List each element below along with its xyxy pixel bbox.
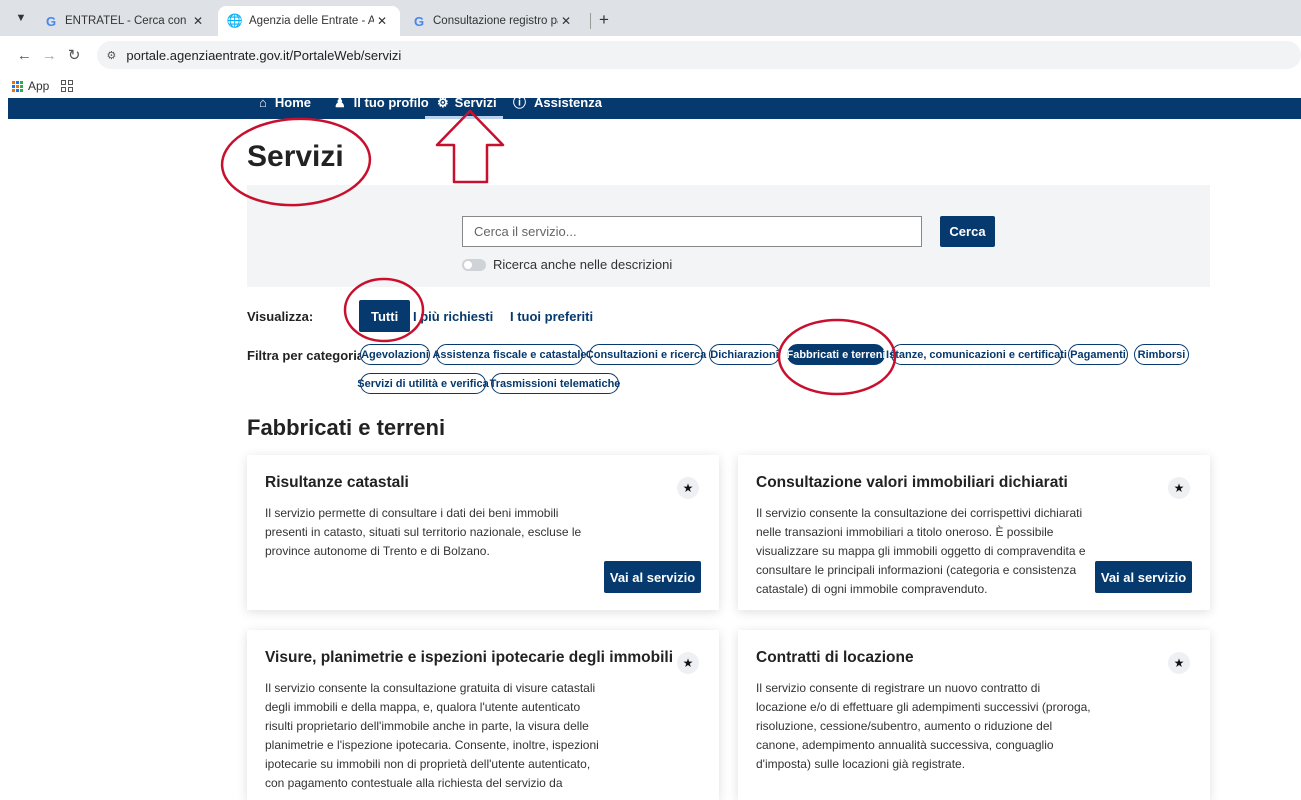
google-icon: G	[413, 13, 425, 29]
nav-home-label: Home	[274, 98, 311, 110]
tab-title: Agenzia delle Entrate - Area ris	[249, 15, 374, 27]
go-to-service-button[interactable]: Vai al servizio	[1095, 561, 1192, 593]
tab-search-chevron-icon[interactable]: ▼	[8, 5, 34, 31]
tab-title: Consultazione registro partite d	[433, 15, 558, 27]
gears-icon: ⚙	[437, 98, 449, 110]
home-icon: ⌂	[259, 98, 267, 110]
chip-assistenza-fiscale[interactable]: Assistenza fiscale e catastale	[432, 344, 587, 365]
nav-servizi[interactable]: ⚙ Servizi	[425, 98, 503, 119]
description-search-toggle[interactable]	[462, 258, 486, 271]
toggle-label: Ricerca anche nelle descrizioni	[493, 257, 673, 272]
search-input[interactable]: Cerca il servizio...	[462, 216, 922, 247]
view-tab-piu-richiesti[interactable]: I più richiesti	[413, 300, 493, 332]
chip-agevolazioni[interactable]: Agevolazioni	[360, 344, 430, 365]
go-to-service-button[interactable]: Vai al servizio	[604, 561, 701, 593]
apps-bookmark[interactable]: App	[28, 79, 49, 93]
tab-separator	[590, 13, 591, 29]
card-description: Il servizio consente di registrare un nu…	[756, 681, 1091, 771]
new-tab-button[interactable]: +	[599, 10, 609, 30]
site-settings-icon[interactable]: ⚙	[107, 49, 117, 62]
browser-tab-active[interactable]: 🌐 Agenzia delle Entrate - Area ris ✕	[218, 6, 400, 36]
card-title: Risultanze catastali	[265, 474, 409, 491]
chip-fabbricati-terreni[interactable]: Fabbricati e terreni	[786, 344, 886, 365]
close-tab-icon[interactable]: ✕	[374, 14, 390, 28]
nav-assistenza-label: Assistenza	[534, 98, 602, 110]
section-title: Fabbricati e terreni	[247, 415, 446, 440]
browser-tab-bar: ▼ G ENTRATEL - Cerca con Google ✕ 🌐 Agen…	[0, 0, 1301, 36]
nav-assistenza[interactable]: ⓘ Assistenza	[513, 98, 602, 119]
chip-rimborsi[interactable]: Rimborsi	[1134, 344, 1189, 365]
globe-icon: 🌐	[226, 13, 244, 28]
tab-title: ENTRATEL - Cerca con Google	[65, 15, 190, 27]
card-title: Contratti di locazione	[756, 649, 914, 666]
address-bar[interactable]: ⚙ portale.agenziaentrate.gov.it/PortaleW…	[96, 41, 1301, 69]
back-arrow-icon[interactable]: ←	[12, 47, 37, 64]
favorite-star-icon[interactable]: ★	[677, 477, 699, 499]
favorite-star-icon[interactable]: ★	[1168, 477, 1190, 499]
service-card-visure: Visure, planimetrie e ispezioni ipotecar…	[247, 630, 719, 800]
description-search-toggle-row: Ricerca anche nelle descrizioni	[462, 257, 672, 272]
close-tab-icon[interactable]: ✕	[190, 14, 206, 28]
card-description: Il servizio consente la consultazione gr…	[265, 681, 599, 790]
chip-consultazioni[interactable]: Consultazioni e ricerca	[586, 344, 706, 365]
favorite-star-icon[interactable]: ★	[1168, 652, 1190, 674]
filter-label: Filtra per categoria:	[247, 348, 369, 363]
info-icon: ⓘ	[513, 98, 527, 110]
browser-tab[interactable]: G ENTRATEL - Cerca con Google ✕	[34, 6, 216, 36]
site-navbar: ⌂ Home ♟ Il tuo profilo ⚙ Servizi ⓘ Assi…	[8, 98, 1301, 119]
card-title: Consultazione valori immobiliari dichiar…	[756, 474, 1068, 491]
chip-istanze[interactable]: Istanze, comunicazioni e certificati	[886, 344, 1067, 365]
chip-trasmissioni[interactable]: Trasmissioni telematiche	[490, 373, 620, 394]
chip-servizi-utilita[interactable]: Servizi di utilità e verifica	[357, 373, 489, 394]
nav-profile-label: Il tuo profilo	[353, 98, 429, 110]
nav-profile[interactable]: ♟ Il tuo profilo	[334, 98, 429, 119]
browser-tab[interactable]: G Consultazione registro partite d ✕	[402, 6, 584, 36]
card-title: Visure, planimetrie e ispezioni ipotecar…	[265, 649, 673, 666]
google-icon: G	[45, 13, 57, 29]
nav-servizi-label: Servizi	[454, 98, 497, 110]
view-tab-tutti[interactable]: Tutti	[359, 300, 411, 332]
url-text: portale.agenziaentrate.gov.it/PortaleWeb…	[126, 47, 402, 63]
favorite-star-icon[interactable]: ★	[677, 652, 699, 674]
forward-arrow-icon[interactable]: →	[37, 47, 62, 64]
tab-groups-icon[interactable]	[61, 80, 74, 92]
service-card-risultanze: Risultanze catastali ★ Il servizio perme…	[247, 455, 719, 610]
view-tab-preferiti[interactable]: I tuoi preferiti	[510, 300, 593, 332]
apps-grid-icon	[12, 80, 23, 92]
chip-pagamenti[interactable]: Pagamenti	[1068, 344, 1128, 365]
card-description: Il servizio permette di consultare i dat…	[265, 506, 582, 558]
user-icon: ♟	[334, 98, 346, 110]
search-button[interactable]: Cerca	[940, 216, 995, 247]
bookmarks-bar: App	[0, 74, 1301, 98]
chip-dichiarazioni[interactable]: Dichiarazioni	[709, 344, 780, 365]
close-tab-icon[interactable]: ✕	[558, 14, 574, 28]
browser-toolbar: ← → ↻ ⚙ portale.agenziaentrate.gov.it/Po…	[0, 36, 1301, 74]
card-description: Il servizio consente la consultazione de…	[756, 506, 1086, 596]
view-label: Visualizza:	[247, 309, 314, 324]
reload-icon[interactable]: ↻	[62, 46, 87, 64]
page-title: Servizi	[247, 140, 344, 173]
nav-home[interactable]: ⌂ Home	[259, 98, 311, 119]
service-card-valori-immobiliari: Consultazione valori immobiliari dichiar…	[738, 455, 1210, 610]
annotation-up-arrow	[435, 109, 505, 184]
service-card-contratti-locazione: Contratti di locazione ★ Il servizio con…	[738, 630, 1210, 800]
